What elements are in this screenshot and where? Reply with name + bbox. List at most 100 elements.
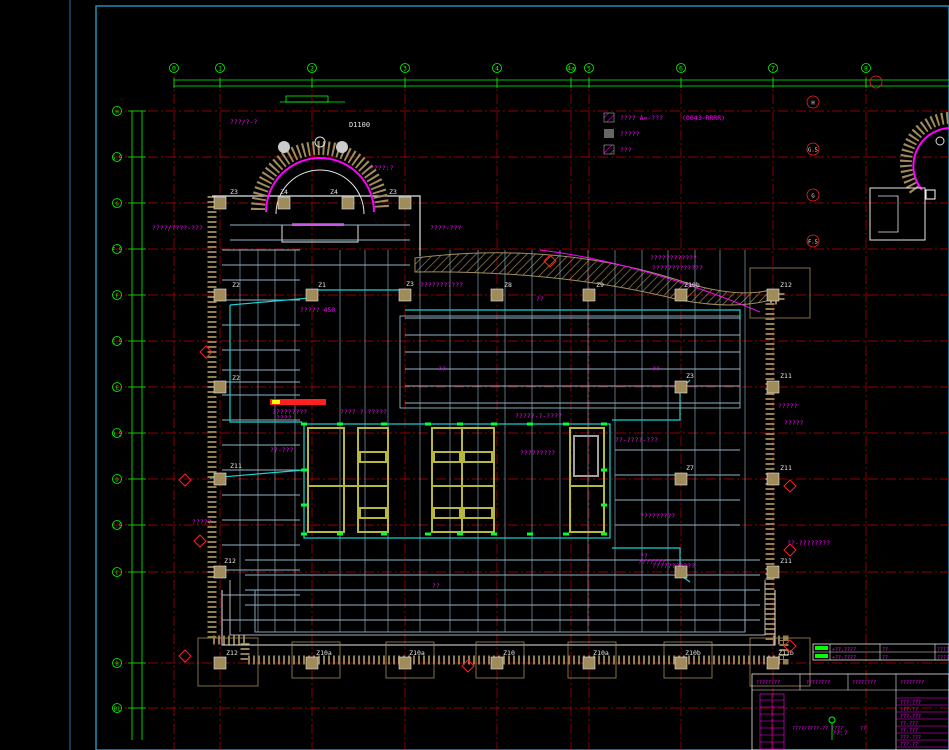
legend-3: ???	[620, 146, 632, 154]
column-section	[213, 380, 227, 394]
legend	[603, 112, 615, 155]
column-label: Z10	[503, 649, 515, 657]
tb-drawing-note: ????/????-?? ????	[792, 726, 843, 732]
tb-cell-7: ???-??	[900, 742, 918, 748]
axis-label-top: 1	[218, 65, 222, 73]
beam-frame	[254, 589, 746, 633]
sheet-frame	[69, 0, 949, 750]
wall-end-mark	[601, 503, 607, 507]
wall-end-mark	[601, 468, 607, 472]
column-section	[674, 656, 688, 670]
column-section	[674, 288, 688, 302]
axis-label-top: 4	[495, 65, 499, 73]
column-section	[341, 196, 355, 210]
axis-label-left: B1	[114, 706, 121, 712]
column-section	[766, 565, 780, 579]
column-label: Z4	[280, 188, 288, 196]
semicircle-right	[869, 112, 949, 241]
column-section	[766, 472, 780, 486]
column-section	[766, 380, 780, 394]
axis-label-top: 8	[864, 65, 868, 73]
column-label: Z12	[224, 557, 236, 565]
tb-row1-c: ????	[937, 647, 949, 653]
wall-end-mark	[301, 468, 307, 472]
note-left-1: ????/????-???	[152, 224, 203, 232]
tb-header-1: ????????	[756, 680, 780, 686]
note-q5-b: ?????	[778, 402, 798, 410]
column-section	[398, 196, 412, 210]
column-label: Z10a	[316, 649, 332, 657]
tb-row2-c: ????	[937, 655, 949, 661]
note-core-4: ?????????	[520, 449, 555, 457]
column-section	[213, 472, 227, 486]
column-section	[490, 288, 504, 302]
axis-label-left: C.5	[112, 523, 122, 529]
tb-row2-b: ??	[882, 655, 888, 661]
column-label: Z10b	[685, 649, 701, 657]
tb-cell-4: ??-???	[900, 721, 918, 727]
column-label: Z10a	[593, 649, 609, 657]
wall-end-mark	[301, 532, 307, 536]
wall-end-mark	[563, 422, 569, 426]
tb-cell-5: ??-???	[900, 728, 918, 734]
column-section	[213, 288, 227, 302]
axis-label-left: E.5	[112, 339, 122, 345]
axis-label-top: 0	[172, 65, 176, 73]
column-label: Z12	[226, 649, 238, 657]
axis-grid-right: H G.5 G F.5	[806, 75, 883, 248]
column-label: Z8	[504, 281, 512, 289]
note-q-b: ??	[652, 365, 660, 373]
wall-end-mark	[491, 422, 497, 426]
column-section	[582, 656, 596, 670]
tb-row1-b: ??	[882, 647, 888, 653]
axis-label-left: F.5	[112, 247, 122, 253]
column-section	[213, 565, 227, 579]
column-label: Z3	[406, 280, 414, 288]
column-label: Z2	[232, 374, 240, 382]
wall-end-mark	[601, 422, 607, 426]
red-tag	[270, 399, 326, 405]
column-label: Z10a	[409, 649, 425, 657]
column-section	[674, 380, 688, 394]
tb-row2-a: +??.????	[832, 655, 856, 661]
axis-label-right: G.5	[808, 147, 818, 153]
tb-cell-2: ???-??	[900, 707, 918, 713]
red-tag-text-2: ????	[276, 414, 292, 422]
cad-drawing-canvas[interactable]: 0 1 2 3 4 4a 5 6 7 8 H G.5 G F.5 F E.5 E D.5 D C.5 C B B1 H G.…	[0, 0, 949, 750]
column-label: Z11	[780, 464, 792, 472]
tb-cell-6: ???-???	[900, 735, 921, 741]
slab-outline	[209, 289, 741, 583]
note-dim: ????? 450	[300, 306, 335, 314]
column-section	[398, 288, 412, 302]
wall-end-mark	[301, 422, 307, 426]
tb-row1-a: +??.????	[832, 647, 856, 653]
column-section	[766, 288, 780, 302]
column-label: Z4	[330, 188, 338, 196]
axis-label-top: 3	[403, 65, 407, 73]
axis-label-top: 4a	[567, 65, 575, 73]
wall-end-mark	[337, 422, 343, 426]
tag-top-left: ???/?-?	[230, 118, 257, 126]
tb-sheet: ??	[860, 726, 866, 732]
axis-label-top: 5	[587, 65, 591, 73]
semicircle-stair	[251, 136, 389, 243]
column-label: Z12	[780, 281, 792, 289]
axis-label-right: G	[811, 193, 814, 199]
axis-label-left: F	[115, 293, 118, 299]
column-label: Z3	[230, 188, 238, 196]
wall-end-mark	[527, 422, 533, 426]
column-label: Z11	[230, 462, 242, 470]
wall-end-mark	[527, 532, 533, 536]
note-sec-2: ?????????	[640, 512, 675, 520]
column-section	[213, 196, 227, 210]
axis-label-left: D.5	[112, 431, 122, 437]
axis-grid-horizontal: H G.5 G F.5 F E.5 E D.5 D C.5 C B B1	[112, 106, 949, 713]
axis-label-left: B	[115, 661, 119, 667]
legend-1: ???? A=-???	[620, 114, 663, 122]
arc-label: D1100	[349, 121, 370, 129]
column-section	[305, 656, 319, 670]
column-label: Z3	[686, 372, 694, 380]
note-right-1: ????????????	[650, 254, 697, 262]
note-q-a: ??	[438, 365, 446, 373]
note-q-d: ??	[536, 295, 544, 303]
